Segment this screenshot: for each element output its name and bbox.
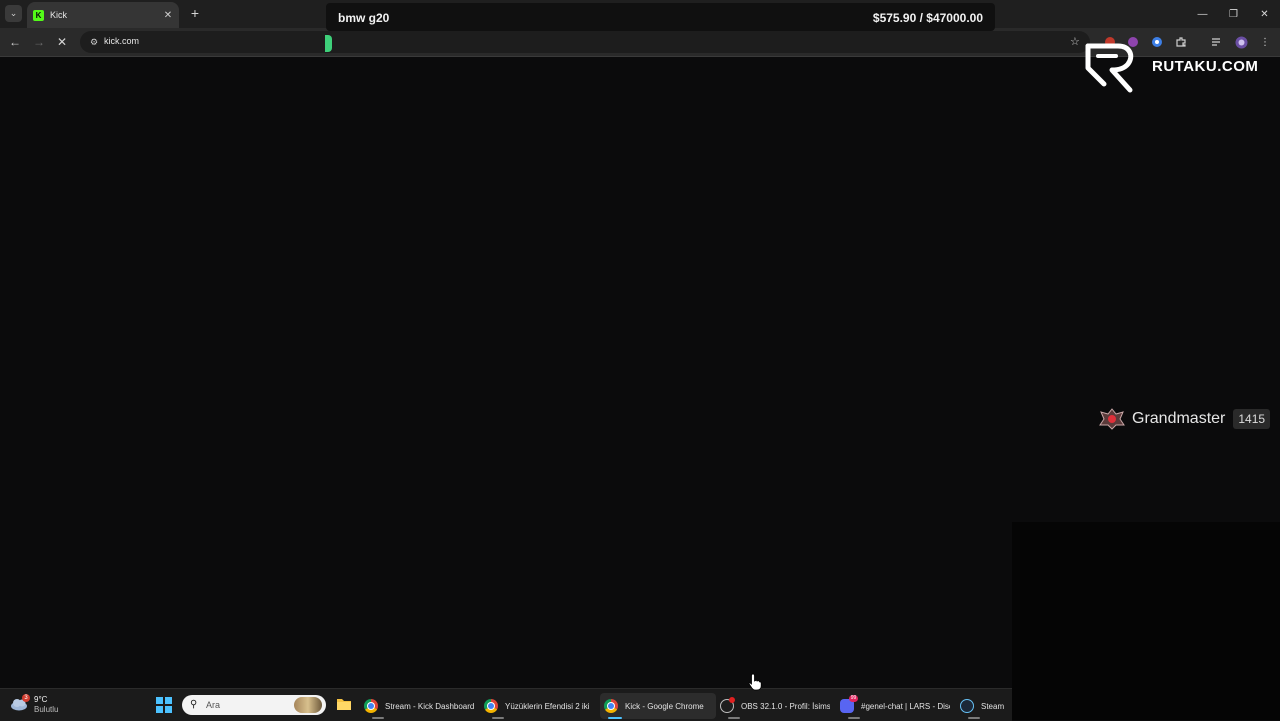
search-highlight-image (294, 697, 322, 713)
goal-progress-indicator (325, 35, 332, 52)
taskbar-app-label: #genel-chat | LARS - Discord (861, 701, 950, 711)
taskbar-app-kick-google-chrome[interactable]: Kick - Google Chrome (600, 693, 716, 719)
goal-ticker-overlay: bmw g20 $575.90 / $47000.00 (325, 3, 995, 52)
discord-notification-badge: 99 (849, 695, 858, 702)
ticker-label: bmw g20 (338, 11, 390, 25)
restore-button[interactable]: ❐ (1218, 0, 1249, 28)
kick-favicon-icon: K (33, 9, 44, 21)
taskbar-app-label: Stream - Kick Dashboard (385, 701, 474, 711)
taskbar-app-stream-kick-dashboard[interactable]: Stream - Kick Dashboard (364, 693, 474, 719)
search-placeholder: Ara (206, 700, 221, 710)
recording-dot-icon (729, 697, 735, 703)
webcam-overlay (1012, 522, 1280, 720)
taskbar-app-discord[interactable]: 99 #genel-chat | LARS - Discord (840, 693, 950, 719)
chrome-icon (484, 699, 498, 713)
start-windows-icon[interactable] (156, 697, 172, 713)
rank-points: 1415 (1233, 409, 1271, 429)
bookmark-star-icon[interactable]: ☆ (1070, 35, 1080, 48)
rutaku-logo-text: RUTAKU.COM (1152, 58, 1259, 75)
obs-icon (720, 697, 735, 713)
taskbar-app-label: Yüzüklerin Efendisi 2 iki (505, 701, 590, 711)
stop-loading-button[interactable]: ✕ (54, 34, 70, 50)
taskbar-app-obs[interactable]: OBS 32.1.0 - Profil: İsims (720, 693, 830, 719)
taskbar-app-yuzuklerin-efendisi[interactable]: Yüzüklerin Efendisi 2 iki (484, 693, 594, 719)
hand-cursor-icon (748, 673, 762, 691)
chrome-icon (364, 699, 378, 713)
grandmaster-rank-icon (1099, 408, 1125, 430)
ticker-goal-amount: $575.90 / $47000.00 (872, 11, 983, 25)
url-text[interactable]: kick.com (104, 36, 139, 46)
extensions-puzzle-icon[interactable] (1174, 35, 1188, 49)
forward-button[interactable]: → (31, 34, 47, 50)
weather-badge: 3 (22, 694, 30, 702)
window-controls: — ❐ ✕ (1187, 0, 1280, 28)
taskbar-app-label: OBS 32.1.0 - Profil: İsims (741, 701, 830, 711)
cloud-icon: 3 (10, 694, 32, 713)
rutaku-logo-icon (1085, 43, 1134, 93)
discord-icon: 99 (840, 695, 858, 713)
taskbar-search-input[interactable]: ⚲ Ara (182, 695, 326, 715)
extension-shield-icon[interactable] (1150, 35, 1164, 49)
windows-taskbar: 3 9°C Bulutlu ⚲ Ara Stream - Kick Dashbo… (0, 688, 1012, 721)
taskbar-app-steam[interactable]: Steam (960, 693, 1010, 719)
new-tab-button[interactable]: + (188, 5, 202, 21)
rank-name: Grandmaster (1132, 410, 1226, 427)
browser-tab-kick[interactable]: K Kick ✕ (27, 2, 179, 28)
weather-temp: 9°C (34, 695, 48, 704)
tab-title: Kick (50, 10, 68, 20)
profile-avatar-icon[interactable] (1234, 35, 1248, 49)
menu-kebab-icon[interactable]: ⋮ (1258, 35, 1272, 49)
back-button[interactable]: ← (7, 34, 23, 50)
taskbar-app-label: Steam (981, 701, 1005, 711)
chrome-icon (604, 699, 618, 713)
site-info-icon[interactable]: ⚙ (88, 36, 100, 48)
steam-icon (960, 699, 974, 713)
search-icon: ⚲ (190, 699, 198, 710)
tab-search-button[interactable]: ⌄ (5, 5, 22, 22)
weather-widget[interactable]: 3 9°C Bulutlu (10, 692, 58, 718)
media-control-icon[interactable] (1210, 35, 1224, 49)
tab-close-icon[interactable]: ✕ (161, 10, 175, 21)
minimize-button[interactable]: — (1187, 0, 1218, 28)
taskbar-app-label: Kick - Google Chrome (625, 701, 704, 711)
weather-desc: Bulutlu (34, 705, 59, 714)
file-explorer-icon[interactable] (336, 697, 352, 711)
address-bar[interactable]: ⚙ kick.com ☆ (80, 31, 1090, 53)
close-window-button[interactable]: ✕ (1249, 0, 1280, 28)
rank-badge-overlay: Grandmaster 1415 (1098, 406, 1271, 432)
